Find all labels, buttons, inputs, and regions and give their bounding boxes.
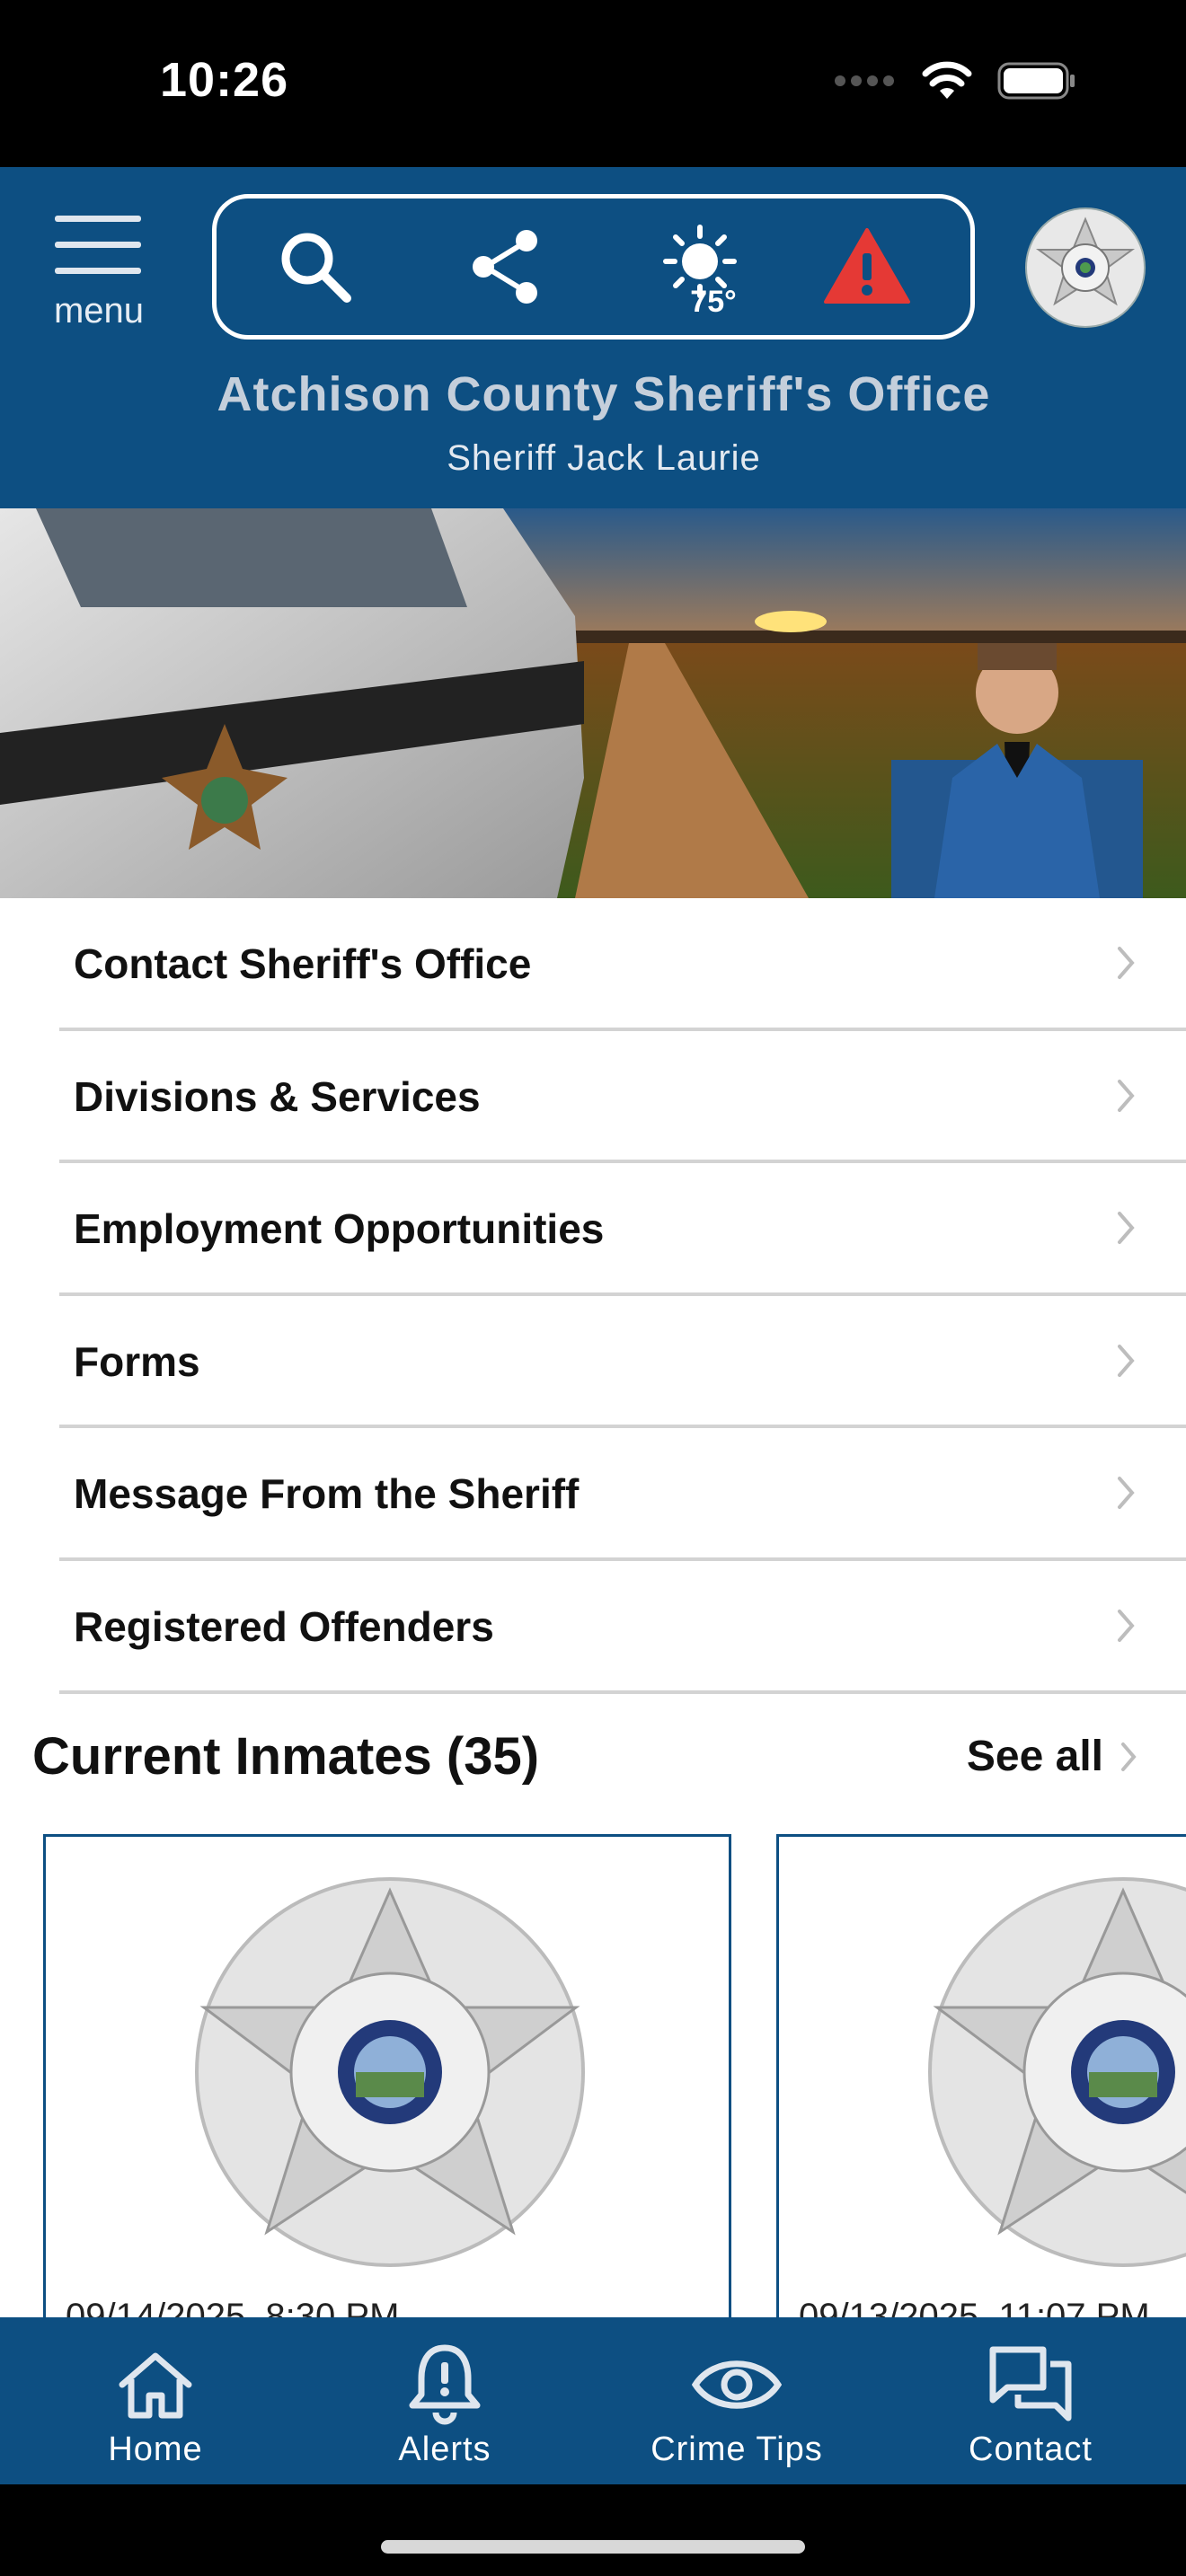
booking-date: 09/13/2025, 11:07 PM: [799, 2297, 1150, 2317]
hamburger-icon: [55, 216, 141, 294]
chevron-right-icon: [1118, 1609, 1135, 1642]
inmate-card[interactable]: 09/13/2025, 11:07 PM: [776, 1834, 1186, 2317]
tab-label: Crime Tips: [651, 2430, 823, 2468]
inmate-card[interactable]: 09/14/2025, 8:30 PM: [43, 1834, 731, 2317]
chevron-right-icon: [1118, 947, 1135, 979]
warning-icon: [824, 228, 910, 304]
home-icon: [119, 2352, 192, 2419]
see-all-button[interactable]: See all: [967, 1732, 1137, 1781]
menu-item-label: Divisions & Services: [74, 1072, 481, 1120]
booking-date: 09/14/2025, 8:30 PM: [66, 2297, 400, 2317]
menu-label: menu: [53, 291, 145, 331]
sheriff-badge-image: [928, 1877, 1186, 2267]
eye-icon: [692, 2360, 782, 2409]
status-time: 10:26: [160, 53, 289, 107]
status-bar: 10:26: [0, 0, 1186, 167]
tab-label: Home: [108, 2430, 203, 2468]
menu-item-label: Forms: [74, 1337, 200, 1385]
home-indicator-area: [0, 2484, 1186, 2576]
tab-label: Alerts: [398, 2430, 491, 2468]
chat-icon: [989, 2346, 1072, 2422]
menu-button[interactable]: menu: [36, 216, 162, 332]
hero-banner-image: [0, 508, 1186, 898]
status-icons: [834, 61, 1076, 101]
tab-alerts[interactable]: Alerts: [296, 2317, 593, 2484]
tab-crime-tips[interactable]: Crime Tips: [589, 2317, 885, 2484]
share-icon: [473, 230, 537, 304]
chevron-right-icon: [1121, 1742, 1137, 1771]
search-icon: [281, 233, 351, 303]
tab-contact[interactable]: Contact: [882, 2317, 1179, 2484]
page-subtitle: Sheriff Jack Laurie: [447, 438, 761, 478]
chevron-right-icon: [1118, 1477, 1135, 1510]
menu-item-message-from-sheriff[interactable]: Message From the Sheriff: [0, 1428, 1186, 1561]
wifi-icon: [922, 61, 972, 99]
menu-item-registered-offenders[interactable]: Registered Offenders: [0, 1561, 1186, 1694]
page-title: Atchison County Sheriff's Office: [217, 367, 991, 421]
menu-item-label: Employment Opportunities: [74, 1205, 605, 1253]
menu-item-divisions-services[interactable]: Divisions & Services: [0, 1031, 1186, 1164]
divider: [59, 1689, 1186, 1694]
menu-item-label: Contact Sheriff's Office: [74, 940, 532, 987]
temperature-label: 75°: [690, 285, 737, 319]
bottom-tab-bar: Home Alerts Crime Tips Contact: [0, 2317, 1186, 2484]
menu-item-label: Registered Offenders: [74, 1602, 494, 1650]
tab-home[interactable]: Home: [7, 2317, 304, 2484]
home-indicator[interactable]: [381, 2540, 805, 2554]
toolbar-pill: 75°: [212, 194, 975, 340]
section-title: Current Inmates (35): [32, 1727, 540, 1786]
battery-icon: [997, 62, 1075, 100]
menu-item-label: Message From the Sheriff: [74, 1470, 580, 1518]
sheriff-badge-logo[interactable]: [1024, 207, 1146, 329]
see-all-label: See all: [966, 1733, 1103, 1780]
chevron-right-icon: [1118, 1212, 1135, 1245]
menu-item-forms[interactable]: Forms: [0, 1296, 1186, 1429]
alert-button[interactable]: [804, 198, 930, 335]
sheriff-badge-image: [195, 1877, 585, 2267]
chevron-right-icon: [1118, 1344, 1135, 1377]
menu-item-contact-sheriffs-office[interactable]: Contact Sheriff's Office: [0, 898, 1186, 1031]
share-button[interactable]: [443, 198, 569, 335]
tab-label: Contact: [969, 2430, 1093, 2468]
search-button[interactable]: [252, 198, 378, 335]
signal-icon: [835, 75, 894, 86]
app-header: menu 75° Atchison County Sheriff's Offic…: [0, 167, 1186, 508]
menu-item-employment-opportunities[interactable]: Employment Opportunities: [0, 1163, 1186, 1296]
bell-alert-icon: [409, 2344, 481, 2425]
chevron-right-icon: [1118, 1079, 1135, 1112]
current-inmates-section: Current Inmates (35) See all 09/14/2025,…: [0, 1694, 1186, 2317]
menu-list: Contact Sheriff's Office Divisions & Ser…: [0, 898, 1186, 1694]
